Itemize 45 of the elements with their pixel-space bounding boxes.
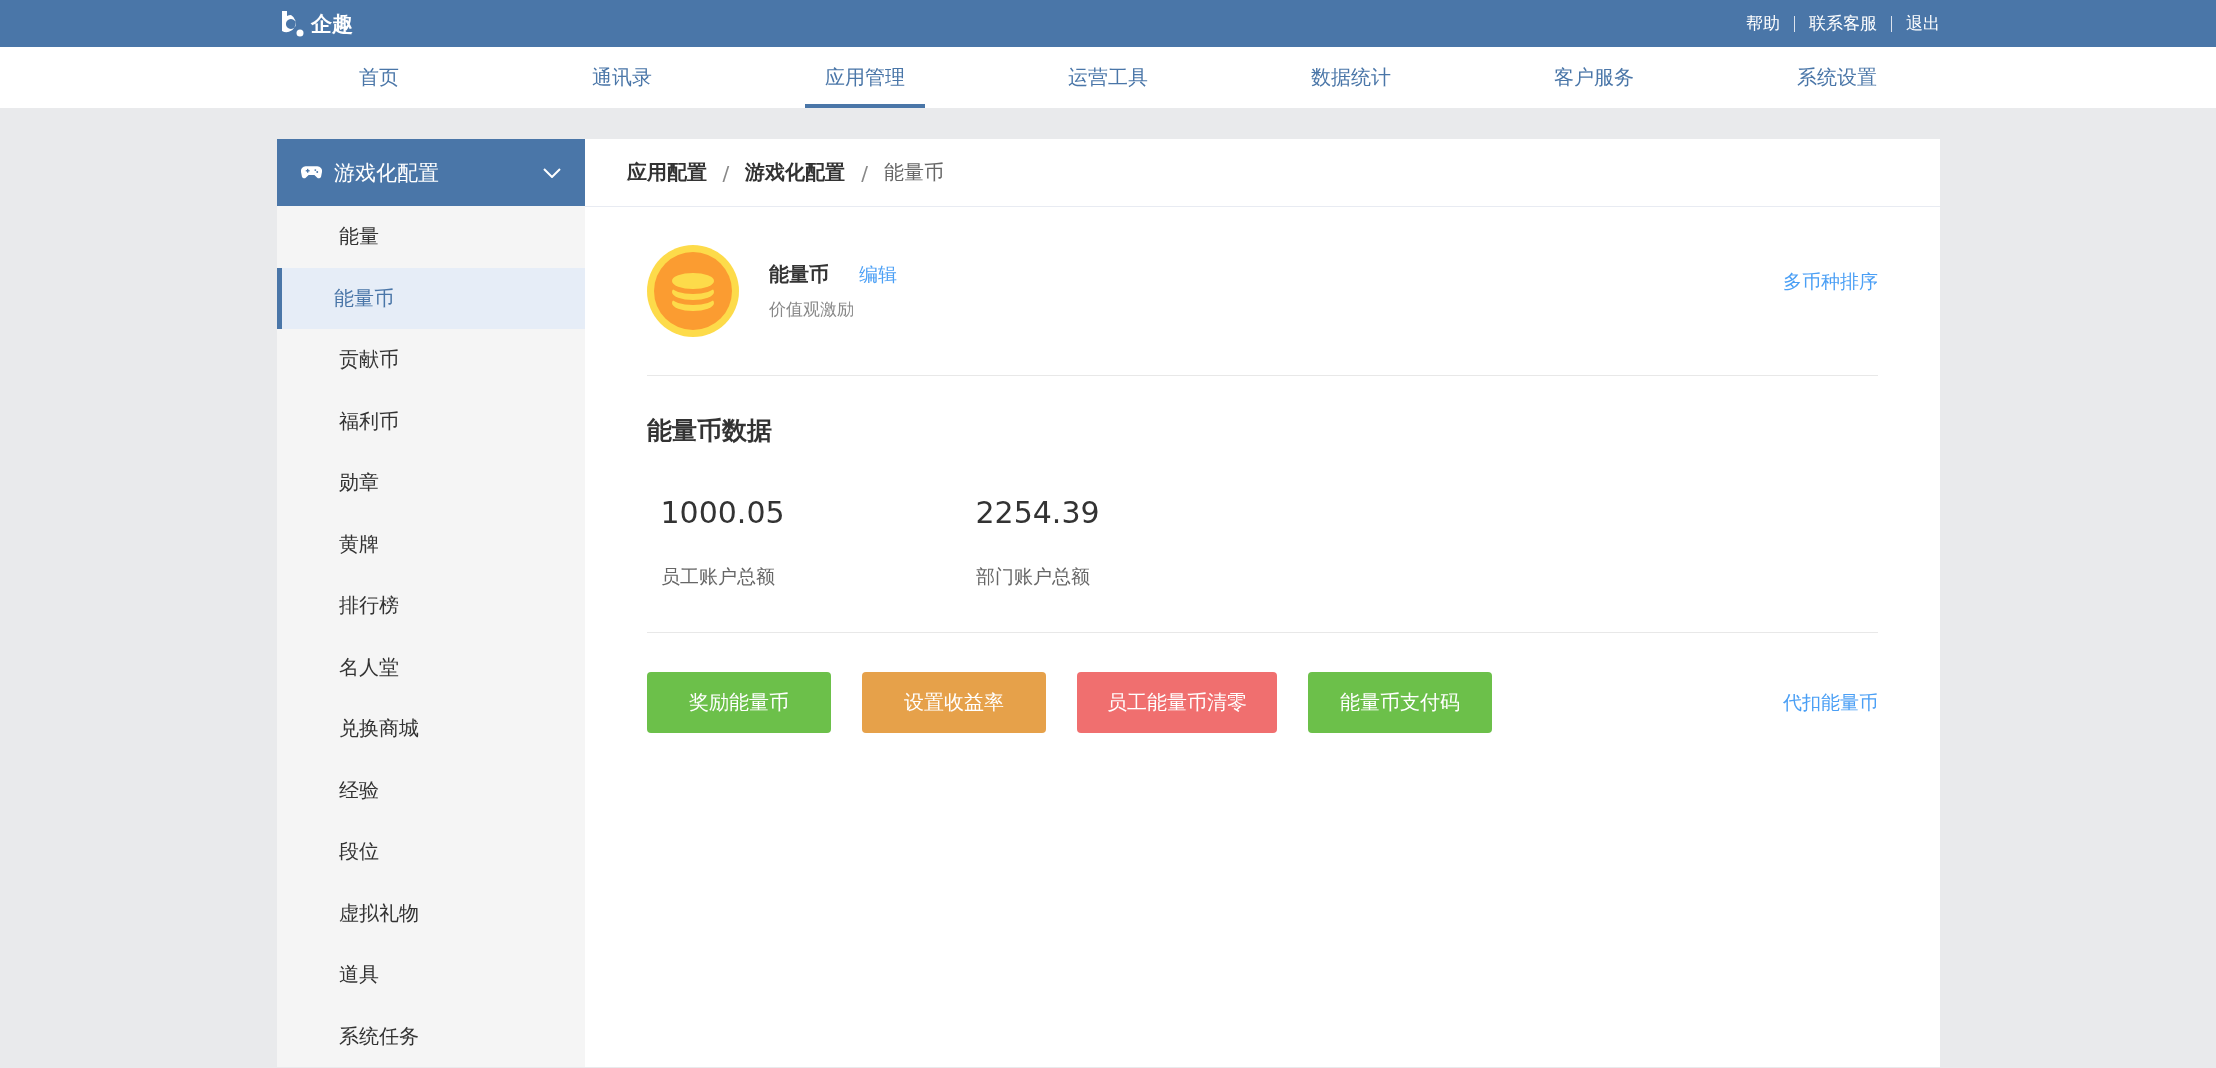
sidebar-item[interactable]: 勋章: [276, 452, 585, 514]
nav-tab[interactable]: 通讯录: [572, 47, 672, 108]
nav-tab[interactable]: 运营工具: [1048, 47, 1168, 108]
header-link[interactable]: 退出: [1905, 12, 1940, 35]
edit-link[interactable]: 编辑: [858, 261, 897, 288]
breadcrumb-item[interactable]: 应用配置: [626, 159, 707, 186]
sidebar-item[interactable]: 经验: [276, 759, 585, 821]
breadcrumb-separator: /: [861, 160, 868, 185]
sidebar-item[interactable]: 贡献币: [276, 329, 585, 391]
section-title: 能量币数据: [646, 415, 773, 447]
breadcrumb-separator: /: [722, 160, 730, 185]
nav-tab[interactable]: 系统设置: [1777, 47, 1897, 108]
sidebar-header[interactable]: 游戏化配置: [276, 139, 585, 206]
currency-name: 能量币: [768, 261, 829, 288]
header-link[interactable]: 帮助: [1745, 12, 1780, 35]
gamepad-icon: [300, 165, 322, 180]
sidebar-item[interactable]: 排行榜: [276, 575, 585, 637]
sidebar-item[interactable]: 道具: [276, 944, 585, 1006]
logo-text: 企趣: [310, 10, 353, 38]
stat-label: 部门账户总额: [975, 564, 1091, 589]
breadcrumb-item: 能量币: [884, 159, 944, 186]
sort-link[interactable]: 多币种排序: [1782, 269, 1878, 295]
action-button[interactable]: 员工能量币清零: [1076, 672, 1277, 733]
header-link[interactable]: 联系客服: [1808, 12, 1877, 35]
sidebar-item[interactable]: 虚拟礼物: [276, 882, 585, 944]
nav-tab[interactable]: 首页: [339, 47, 419, 108]
sidebar-item[interactable]: 段位: [276, 821, 585, 883]
stat-value: 1000.05: [660, 495, 786, 530]
breadcrumb-item[interactable]: 游戏化配置: [745, 159, 846, 186]
sidebar-item[interactable]: 兑换商城: [276, 698, 585, 760]
stat-value: 2254.39: [975, 495, 1101, 530]
sidebar-item[interactable]: 名人堂: [276, 636, 585, 698]
nav-tab[interactable]: 客户服务: [1534, 47, 1654, 108]
sidebar-item[interactable]: 能量: [276, 206, 585, 268]
stat-label: 员工账户总额: [660, 564, 776, 589]
nav-tab[interactable]: 数据统计: [1291, 47, 1411, 108]
sidebar-item[interactable]: 能量币: [276, 267, 585, 329]
sidebar-item[interactable]: 系统任务: [276, 1005, 585, 1067]
chevron-icon: [542, 167, 561, 178]
sidebar-item[interactable]: 黄牌: [276, 513, 585, 575]
nav-tab[interactable]: 应用管理: [805, 47, 925, 108]
deduct-link[interactable]: 代扣能量币: [1782, 689, 1878, 716]
sidebar-item[interactable]: 福利币: [276, 390, 585, 452]
currency-subtitle: 价值观激励: [768, 298, 855, 321]
coin-stack-icon: [646, 245, 739, 337]
